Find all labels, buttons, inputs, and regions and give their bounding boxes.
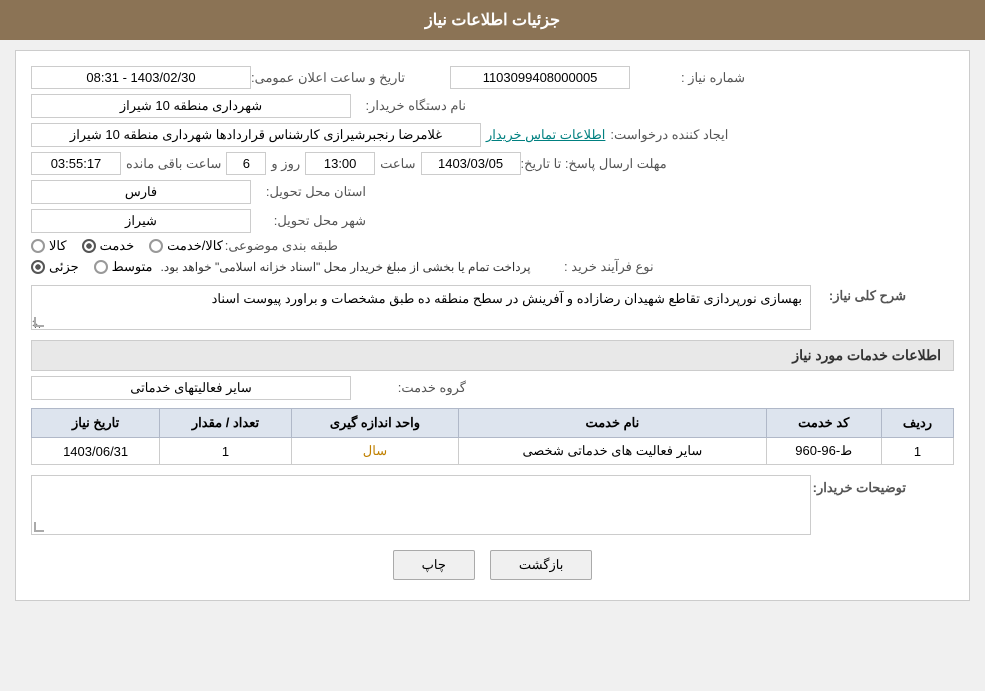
page-title: جزئیات اطلاعات نیاز: [425, 12, 560, 29]
page-header: جزئیات اطلاعات نیاز: [0, 0, 985, 40]
deadline-remaining: 03:55:17: [31, 152, 121, 175]
services-section-title: اطلاعات خدمات مورد نیاز: [31, 340, 954, 371]
deadline-time: 13:00: [305, 152, 375, 175]
print-button[interactable]: چاپ: [393, 550, 475, 580]
requester-row: ایجاد کننده درخواست: اطلاعات تماس خریدار…: [31, 123, 954, 147]
deadline-row: مهلت ارسال پاسخ: تا تاریخ: 1403/03/05 سا…: [31, 152, 954, 175]
purchase-motavaset-label: متوسط: [112, 259, 153, 275]
service-group-row: گروه خدمت: سایر فعالیتهای خدماتی: [31, 376, 954, 400]
purchase-note: پرداخت تمام یا بخشی از مبلغ خریدار محل "…: [153, 260, 539, 274]
resize-handle[interactable]: [34, 317, 44, 327]
need-number-label: شماره نیاز :: [630, 70, 750, 86]
service-group-value: سایر فعالیتهای خدماتی: [31, 376, 351, 400]
city-label: شهر محل تحویل:: [251, 213, 371, 229]
city-row: شهر محل تحویل: شیراز: [31, 209, 954, 233]
announce-value: 1403/02/30 - 08:31: [31, 66, 251, 89]
table-row: 1 ط-96-960 سایر فعالیت های خدماتی شخصی س…: [32, 438, 954, 465]
col-quantity: تعداد / مقدار: [160, 409, 292, 438]
category-row: طبقه بندی موضوعی: کالا/خدمت خدمت کالا: [31, 238, 954, 254]
comment-resize-handle[interactable]: [34, 522, 44, 532]
purchase-jozvi-radio[interactable]: [31, 260, 45, 274]
buyer-org-row: نام دستگاه خریدار: شهرداری منطقه 10 شیرا…: [31, 94, 954, 118]
col-date: تاریخ نیاز: [32, 409, 160, 438]
back-button[interactable]: بازگشت: [490, 550, 592, 580]
buyer-org-value: شهرداری منطقه 10 شیراز: [31, 94, 351, 118]
category-kala-khedmat-radio[interactable]: [149, 239, 163, 253]
description-section: شرح کلی نیاز: بهسازی نورپردازی تقاطع شهی…: [31, 285, 954, 330]
purchase-jozvi-item: جزئی: [31, 259, 79, 275]
category-khedmat-item: خدمت: [82, 238, 135, 254]
contact-link[interactable]: اطلاعات تماس خریدار: [481, 127, 610, 143]
service-group-label: گروه خدمت:: [351, 380, 471, 396]
province-value: فارس: [31, 180, 251, 204]
province-row: استان محل تحویل: فارس: [31, 180, 954, 204]
purchase-type-label: نوع فرآیند خرید :: [539, 259, 659, 275]
category-label: طبقه بندی موضوعی:: [223, 238, 343, 254]
purchase-motavaset-item: متوسط: [94, 259, 153, 275]
category-kala-label: کالا: [49, 238, 67, 254]
buyer-org-label: نام دستگاه خریدار:: [351, 98, 471, 114]
table-body: 1 ط-96-960 سایر فعالیت های خدماتی شخصی س…: [32, 438, 954, 465]
cell-unit: سال: [291, 438, 458, 465]
category-kala-radio[interactable]: [31, 239, 45, 253]
purchase-type-row: نوع فرآیند خرید : پرداخت تمام یا بخشی از…: [31, 259, 954, 275]
buyer-comments-section: توضیحات خریدار:: [31, 475, 954, 535]
cell-date: 1403/06/31: [32, 438, 160, 465]
cell-row: 1: [881, 438, 953, 465]
button-row: بازگشت چاپ: [31, 550, 954, 580]
purchase-type-group: متوسط جزئی: [31, 259, 153, 275]
purchase-jozvi-label: جزئی: [49, 259, 79, 275]
main-container: شماره نیاز : 1103099408000005 تاریخ و سا…: [15, 50, 970, 601]
purchase-motavaset-radio[interactable]: [94, 260, 108, 274]
services-table: ردیف کد خدمت نام خدمت واحد اندازه گیری ت…: [31, 408, 954, 465]
requester-label: ایجاد کننده درخواست:: [610, 127, 733, 143]
city-value: شیراز: [31, 209, 251, 233]
deadline-remaining-label: ساعت باقی مانده: [121, 156, 226, 172]
category-group: کالا/خدمت خدمت کالا: [31, 238, 223, 254]
category-khedmat-radio[interactable]: [82, 239, 96, 253]
announce-label: تاریخ و ساعت اعلان عمومی:: [251, 70, 410, 86]
deadline-days-label: روز و: [266, 156, 305, 172]
cell-quantity: 1: [160, 438, 292, 465]
buyer-comments-label: توضیحات خریدار:: [811, 475, 911, 496]
col-unit: واحد اندازه گیری: [291, 409, 458, 438]
description-value: بهسازی نورپردازی تقاطع شهیدان رضازاده و …: [212, 291, 802, 306]
deadline-days: 6: [226, 152, 266, 175]
description-label: شرح کلی نیاز:: [811, 285, 911, 304]
buyer-comments-box[interactable]: [31, 475, 811, 535]
category-kala-khedmat-item: کالا/خدمت: [149, 238, 223, 254]
category-kala-item: کالا: [31, 238, 67, 254]
col-code: کد خدمت: [766, 409, 881, 438]
page-wrapper: جزئیات اطلاعات نیاز شماره نیاز : 1103099…: [0, 0, 985, 601]
table-header-row: ردیف کد خدمت نام خدمت واحد اندازه گیری ت…: [32, 409, 954, 438]
category-kala-khedmat-label: کالا/خدمت: [167, 238, 223, 254]
deadline-label: مهلت ارسال پاسخ: تا تاریخ:: [521, 156, 672, 172]
cell-name: سایر فعالیت های خدماتی شخصی: [459, 438, 766, 465]
cell-code: ط-96-960: [766, 438, 881, 465]
col-row: ردیف: [881, 409, 953, 438]
col-name: نام خدمت: [459, 409, 766, 438]
need-number-row: شماره نیاز : 1103099408000005 تاریخ و سا…: [31, 66, 954, 89]
deadline-time-label: ساعت: [375, 156, 420, 172]
table-header: ردیف کد خدمت نام خدمت واحد اندازه گیری ت…: [32, 409, 954, 438]
deadline-date: 1403/03/05: [421, 152, 521, 175]
requester-value: غلامرضا رنجبرشیرازی کارشناس قراردادها شه…: [31, 123, 481, 147]
need-number-value: 1103099408000005: [450, 66, 630, 89]
province-label: استان محل تحویل:: [251, 184, 371, 200]
category-khedmat-label: خدمت: [100, 238, 135, 254]
description-box: بهسازی نورپردازی تقاطع شهیدان رضازاده و …: [31, 285, 811, 330]
